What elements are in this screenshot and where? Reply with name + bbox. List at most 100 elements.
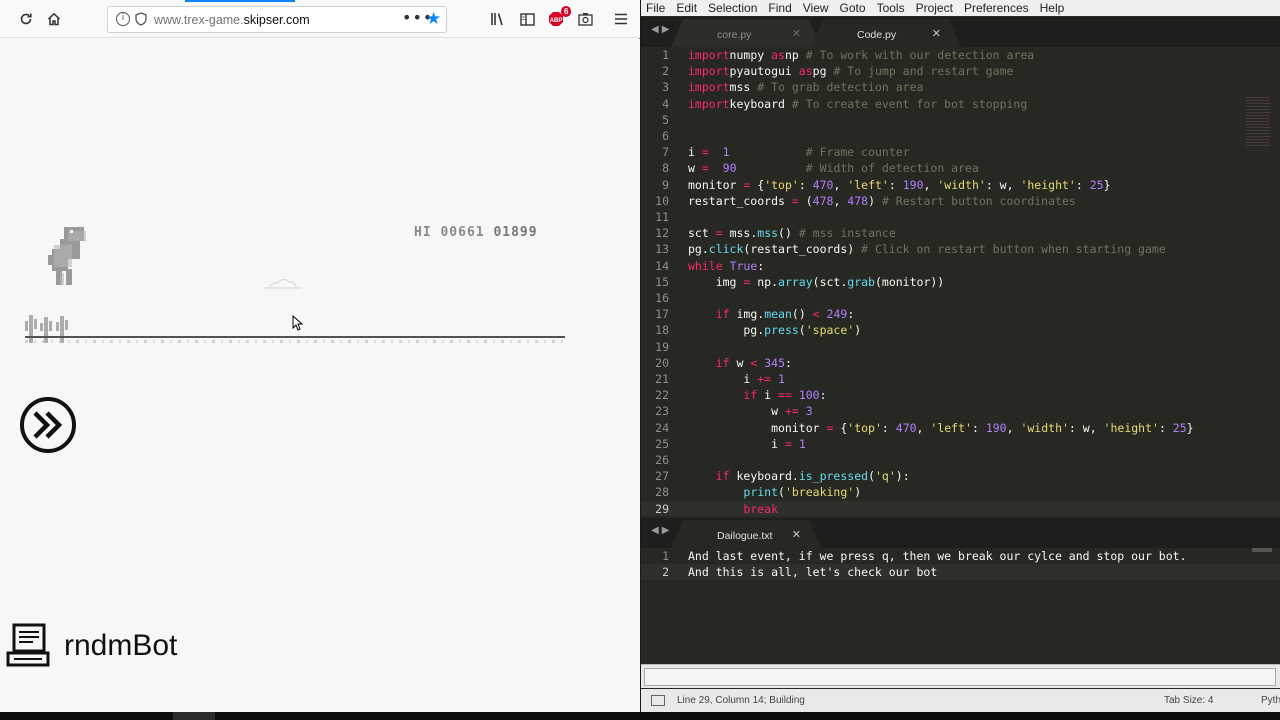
cursor-position: Line 29, Column 14; Building [677, 695, 805, 706]
dialogue-pane[interactable]: 1 And last event, if we press q, then we … [641, 548, 1280, 664]
code-line[interactable]: 3 importmss # To grab detection area [641, 79, 1280, 95]
screenshot-icon[interactable] [574, 8, 596, 30]
info-icon[interactable]: i [116, 12, 130, 26]
close-icon[interactable]: ✕ [792, 27, 801, 40]
line-number: 12 [655, 226, 669, 241]
code-line[interactable]: 4 importkeyboard # To create event for bo… [641, 96, 1280, 112]
code-line[interactable]: 23 w += 3 [641, 403, 1280, 419]
trex-dino-icon [48, 227, 86, 285]
code-line[interactable]: 21 i += 1 [641, 371, 1280, 387]
code-line[interactable]: 6 [641, 128, 1280, 144]
code-line[interactable]: 8 w = 90 # Width of detection area [641, 160, 1280, 176]
taskbar-active-item[interactable] [173, 712, 215, 720]
tab-nav-arrows-icon[interactable]: ◀▶ [651, 525, 672, 536]
code-line[interactable]: 24 monitor = {'top': 470, 'left': 190, '… [641, 420, 1280, 436]
url-bar[interactable]: i www.trex-game.skipser.com ••• ★ [107, 6, 447, 33]
console-input[interactable] [644, 668, 1276, 686]
game-score: HI 00661 01899 [414, 225, 538, 240]
code-line[interactable]: 20 if w < 345: [641, 355, 1280, 371]
code-line[interactable]: 27 if keyboard.is_pressed('q'): [641, 468, 1280, 484]
code-line[interactable]: 22 if i == 100: [641, 387, 1280, 403]
code-text: And last event, if we press q, then we b… [688, 549, 1187, 563]
menu-help[interactable]: Help [1040, 1, 1065, 15]
library-icon[interactable] [487, 8, 509, 30]
code-line[interactable]: 9 monitor = {'top': 470, 'left': 190, 'wi… [641, 177, 1280, 193]
code-line[interactable]: 10 restart_coords = (478, 478) # Restart … [641, 193, 1280, 209]
line-number: 13 [655, 242, 669, 257]
channel-name: rndmBot [64, 629, 178, 662]
code-line[interactable]: 15 img = np.array(sct.grab(monitor)) [641, 274, 1280, 290]
code-line[interactable]: 2 And this is all, let's check our bot [641, 564, 1280, 581]
menu-find[interactable]: Find [768, 1, 791, 15]
code-line[interactable]: 2 importpyautogui aspg # To jump and rest… [641, 63, 1280, 79]
line-number: 9 [662, 177, 669, 192]
tab-dailogue-txt[interactable]: Dailogue.txt ✕ [671, 520, 821, 548]
channel-watermark: rndmBot [6, 621, 177, 671]
menu-edit[interactable]: Edit [676, 1, 697, 15]
code-line[interactable]: 5 [641, 112, 1280, 128]
computer-logo-icon [6, 623, 50, 667]
sidebar-icon[interactable] [516, 8, 538, 30]
code-line[interactable]: 7 i = 1 # Frame counter [641, 144, 1280, 160]
code-line[interactable]: 14 while True: [641, 258, 1280, 274]
url-prefix: www.trex-game. [154, 13, 244, 27]
close-icon[interactable]: ✕ [792, 528, 801, 541]
cloud-icon [264, 278, 302, 289]
console-panel [641, 664, 1280, 688]
code-editor-window: File Edit Selection Find View Goto Tools Projec… [641, 0, 1280, 712]
menu-view[interactable]: View [803, 1, 829, 15]
line-number: 17 [655, 307, 669, 322]
code-line[interactable]: 16 [641, 290, 1280, 306]
code-text: restart_coords = (478, 478) # Restart bu… [688, 193, 1076, 208]
tab-core-py[interactable]: core.py ✕ [671, 19, 821, 47]
syntax-selector[interactable]: Python [1261, 695, 1280, 706]
menu-preferences[interactable]: Preferences [964, 1, 1029, 15]
hi-label: HI [414, 225, 432, 240]
line-number: 5 [662, 112, 669, 127]
menu-project[interactable]: Project [916, 1, 953, 15]
line-number: 24 [655, 420, 669, 435]
line-number: 1 [662, 48, 669, 62]
code-text: monitor = {'top': 470, 'left': 190, 'wid… [688, 177, 1111, 192]
code-line[interactable]: 26 [641, 452, 1280, 468]
menu-selection[interactable]: Selection [708, 1, 757, 15]
line-number: 10 [655, 193, 669, 208]
code-pane[interactable]: 1 importnumpy asnp # To work with our det… [641, 47, 1280, 516]
code-line[interactable]: 18 pg.press('space') [641, 322, 1280, 338]
mouse-cursor-icon [292, 315, 304, 331]
trex-game-canvas[interactable]: HI 00661 01899 [0, 39, 640, 712]
tab-size-selector[interactable]: Tab Size: 4 [1164, 695, 1213, 706]
code-line[interactable]: 25 i = 1 [641, 436, 1280, 452]
code-line[interactable]: 19 [641, 339, 1280, 355]
tab-code-py[interactable]: Code.py ✕ [811, 19, 961, 47]
code-line[interactable]: 11 [641, 209, 1280, 225]
bookmark-star-icon[interactable]: ★ [426, 9, 441, 29]
code-line[interactable]: 12 sct = mss.mss() # mss instance [641, 225, 1280, 241]
code-text: break [743, 501, 779, 516]
url-text[interactable]: www.trex-game.skipser.com [154, 13, 310, 27]
menu-file[interactable]: File [646, 1, 665, 15]
code-line[interactable]: 29 break [641, 500, 1280, 516]
reload-icon[interactable] [15, 8, 37, 30]
panel-toggle-icon[interactable] [651, 695, 665, 706]
tab-bar-bottom: ◀▶ Dailogue.txt ✕ [641, 518, 1280, 548]
code-line[interactable]: 13 pg.click(restart_coords) # Click on re… [641, 241, 1280, 257]
close-icon[interactable]: ✕ [932, 27, 941, 40]
code-text: importkeyboard # To create event for bot… [688, 96, 1028, 111]
menu-goto[interactable]: Goto [840, 1, 866, 15]
code-text: pg.click(restart_coords) # Click on rest… [688, 242, 1166, 257]
line-number: 3 [662, 80, 669, 95]
home-icon[interactable] [43, 8, 65, 30]
code-text: sct = mss.mss() # mss instance [688, 226, 896, 241]
code-line[interactable]: 17 if img.mean() < 249: [641, 306, 1280, 322]
code-line[interactable]: 1 And last event, if we press q, then we … [641, 548, 1280, 564]
line-number: 7 [662, 145, 669, 160]
code-line[interactable]: 1 importnumpy asnp # To work with our det… [641, 47, 1280, 63]
hamburger-menu-icon[interactable] [610, 8, 632, 30]
menu-tools[interactable]: Tools [877, 1, 905, 15]
code-line[interactable]: 28 print('breaking') [641, 484, 1280, 500]
shield-icon[interactable] [135, 12, 147, 26]
line-number: 21 [655, 372, 669, 386]
tab-nav-arrows-icon[interactable]: ◀▶ [651, 24, 672, 35]
code-text: while True: [688, 258, 765, 273]
